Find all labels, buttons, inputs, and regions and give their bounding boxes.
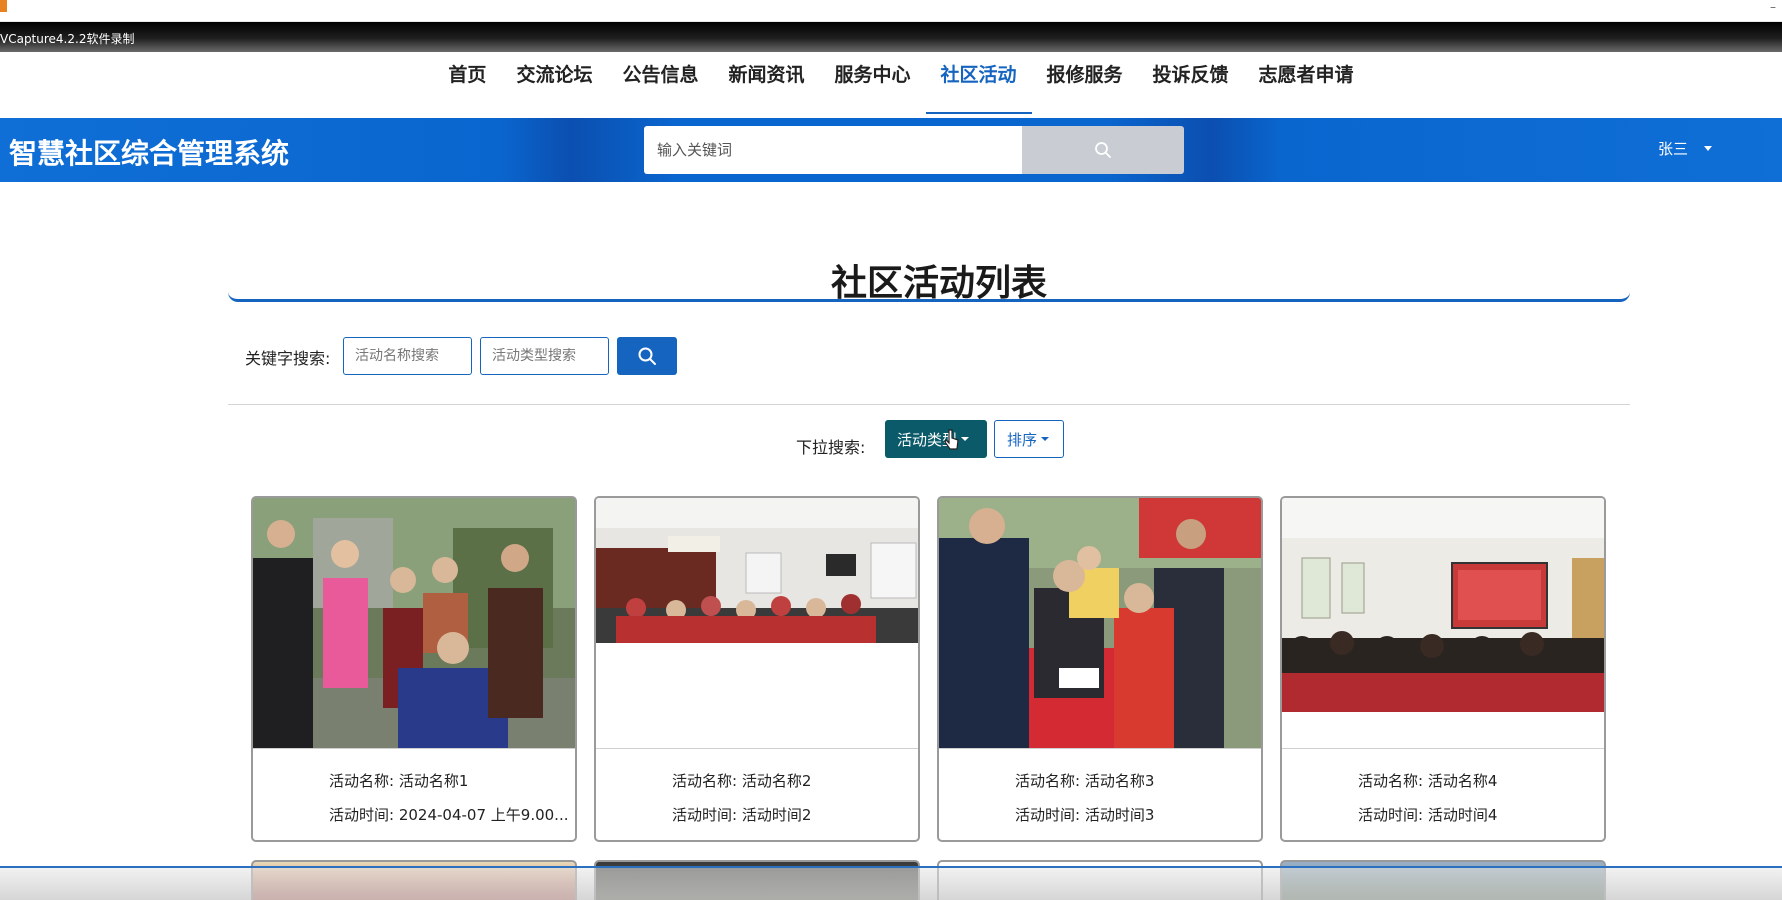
sort-dropdown[interactable]: 排序	[994, 420, 1064, 458]
activity-time: 2024-04-07 上午9.00...	[398, 806, 569, 824]
nav-list: 首页 交流论坛 公告信息 新闻资讯 服务中心 社区活动 报修服务 投诉反馈 志愿…	[433, 52, 1368, 118]
activity-type-dropdown[interactable]: 活动类型	[885, 420, 987, 458]
site-header: 智慧社区综合管理系统 张三	[0, 118, 1782, 182]
activity-card[interactable]: 活动名称: 活动名称1 活动时间: 2024-04-07 上午9.00...	[251, 496, 577, 842]
activity-time-row: 活动时间: 2024-04-07 上午9.00...	[329, 804, 569, 825]
header-search	[644, 126, 1184, 174]
activity-time-row: 活动时间: 活动时间2	[672, 804, 912, 825]
title-underline	[228, 290, 1630, 302]
activity-card[interactable]: 活动名称: 活动名称2 活动时间: 活动时间2	[594, 496, 920, 842]
caret-down-icon	[961, 437, 970, 441]
nav-item-volunteer-apply[interactable]: 志愿者申请	[1244, 52, 1369, 118]
recorder-title-strip: –	[0, 0, 1782, 22]
recorder-label: VCapture4.2.2软件录制	[0, 32, 135, 46]
minimize-button[interactable]: –	[1770, 0, 1776, 14]
header-search-button[interactable]	[1022, 126, 1184, 174]
nav-item-community-activities[interactable]: 社区活动	[925, 52, 1032, 118]
activity-name-label: 活动名称:	[1015, 772, 1081, 790]
activity-name-row: 活动名称: 活动名称3	[1015, 770, 1255, 791]
top-nav: 首页 交流论坛 公告信息 新闻资讯 服务中心 社区活动 报修服务 投诉反馈 志愿…	[0, 52, 1782, 118]
activity-name-label: 活动名称:	[329, 772, 395, 790]
activity-image	[1282, 498, 1604, 748]
screen-root: { "recorder": { "label": "VCapture4.2.2软…	[0, 0, 1782, 900]
activity-image	[596, 498, 918, 748]
activity-image	[253, 498, 575, 748]
activity-name-label: 活动名称:	[1358, 772, 1424, 790]
nav-item-service-center[interactable]: 服务中心	[819, 52, 925, 118]
activity-time: 活动时间2	[741, 806, 812, 824]
caret-down-icon	[1704, 146, 1713, 151]
activity-time-row: 活动时间: 活动时间3	[1015, 804, 1255, 825]
activity-name: 活动名称3	[1084, 772, 1155, 790]
activity-name-row: 活动名称: 活动名称4	[1358, 770, 1598, 791]
activity-time-row: 活动时间: 活动时间4	[1358, 804, 1598, 825]
card-separator	[1282, 748, 1604, 749]
activity-name-label: 活动名称:	[672, 772, 738, 790]
search-icon	[638, 347, 656, 365]
nav-item-home[interactable]: 首页	[433, 52, 501, 118]
user-menu[interactable]: 张三	[1658, 138, 1713, 159]
sort-dropdown-label: 排序	[1007, 430, 1038, 449]
keyword-search-label: 关键字搜索:	[245, 349, 331, 368]
card-separator	[253, 748, 575, 749]
recorder-app-icon	[0, 0, 7, 12]
nav-item-repair-service[interactable]: 报修服务	[1032, 52, 1138, 118]
activity-name: 活动名称1	[398, 772, 469, 790]
activity-time: 活动时间4	[1427, 806, 1498, 824]
caret-down-icon	[1041, 437, 1050, 441]
card-separator	[939, 748, 1261, 749]
site-title: 智慧社区综合管理系统	[9, 137, 290, 170]
nav-item-forum[interactable]: 交流论坛	[501, 52, 607, 118]
keyword-search-button[interactable]	[617, 337, 677, 375]
activity-time-label: 活动时间:	[1358, 806, 1424, 824]
activity-image	[939, 498, 1261, 748]
activity-name-search-input[interactable]	[343, 337, 472, 375]
nav-item-announcements[interactable]: 公告信息	[607, 52, 713, 118]
activity-time-label: 活动时间:	[329, 806, 395, 824]
search-icon	[1095, 142, 1111, 158]
activity-name-row: 活动名称: 活动名称1	[329, 770, 569, 791]
recorder-bar: VCapture4.2.2软件录制	[0, 22, 1782, 52]
activity-name: 活动名称2	[741, 772, 812, 790]
activity-type-search-input[interactable]	[480, 337, 609, 375]
activity-card[interactable]: 活动名称: 活动名称4 活动时间: 活动时间4	[1280, 496, 1606, 842]
card-separator	[596, 748, 918, 749]
cursor-icon	[944, 429, 959, 450]
user-name: 张三	[1658, 140, 1689, 158]
activity-time: 活动时间3	[1084, 806, 1155, 824]
activity-time-label: 活动时间:	[1015, 806, 1081, 824]
dropdown-search-label: 下拉搜索:	[796, 438, 866, 457]
nav-item-complaints[interactable]: 投诉反馈	[1138, 52, 1244, 118]
header-search-input[interactable]	[644, 126, 1022, 174]
activity-time-label: 活动时间:	[672, 806, 738, 824]
nav-item-news[interactable]: 新闻资讯	[713, 52, 819, 118]
activity-name-row: 活动名称: 活动名称2	[672, 770, 912, 791]
section-divider	[228, 404, 1630, 405]
taskbar-overlay	[0, 866, 1782, 900]
activity-card[interactable]: 活动名称: 活动名称3 活动时间: 活动时间3	[937, 496, 1263, 842]
activity-name: 活动名称4	[1427, 772, 1498, 790]
